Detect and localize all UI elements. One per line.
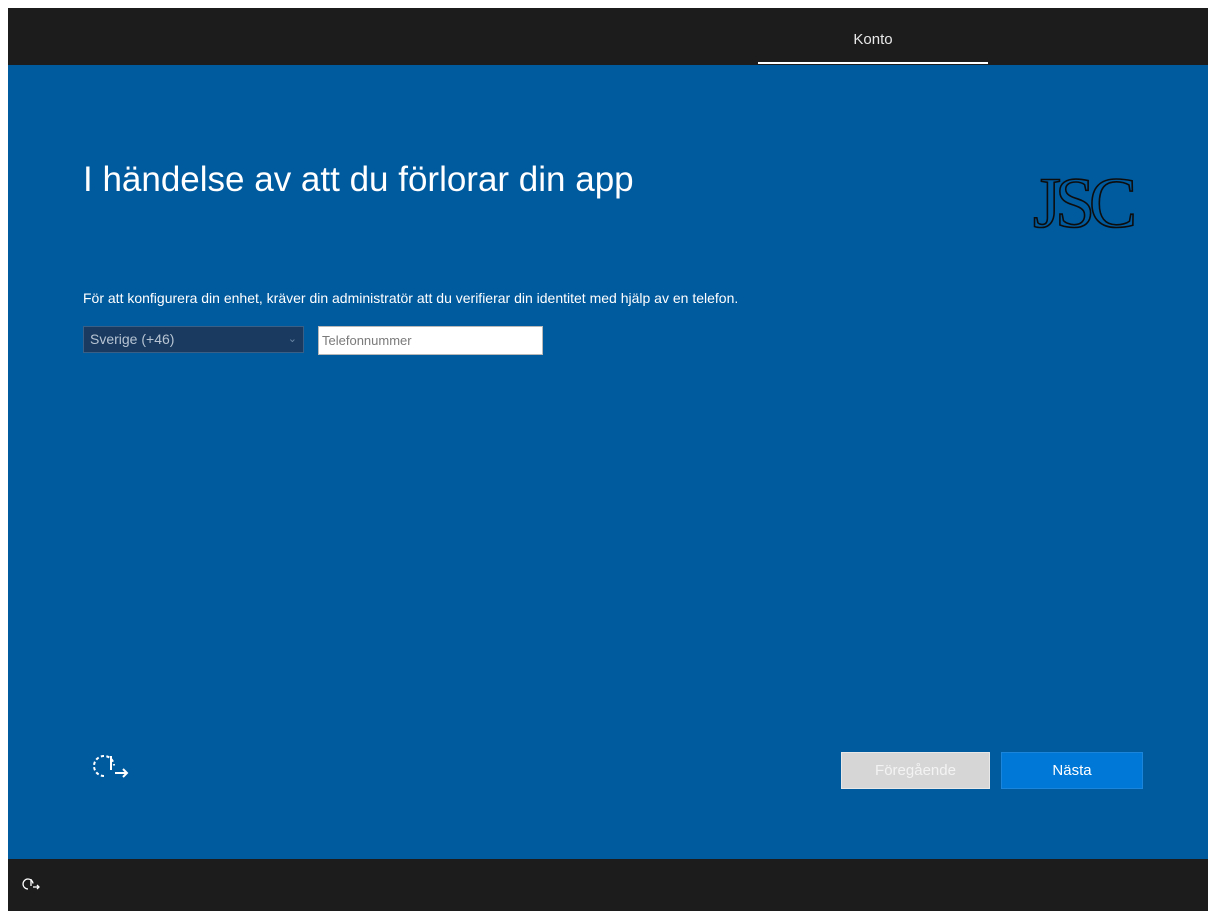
- bottom-bar: [8, 859, 1208, 911]
- top-bar: Konto: [8, 8, 1208, 64]
- country-code-value: Sverige (+46): [90, 331, 175, 347]
- oobe-window: Konto I händelse av att du förlorar din …: [8, 8, 1208, 911]
- phone-number-input[interactable]: [318, 326, 543, 355]
- country-code-select[interactable]: Sverige (+46) ⌄: [83, 326, 304, 353]
- tab-konto: Konto: [758, 8, 988, 64]
- main-panel: I händelse av att du förlorar din app JS…: [8, 65, 1208, 859]
- logo-text: JSC: [1033, 163, 1134, 243]
- description-text: För att konfigurera din enhet, kräver di…: [83, 290, 739, 306]
- company-logo: JSC: [1032, 162, 1136, 244]
- previous-button[interactable]: Föregående: [841, 752, 990, 789]
- chevron-down-icon: ⌄: [287, 333, 297, 345]
- ease-of-access-icon[interactable]: [91, 751, 131, 791]
- page-title: I händelse av att du förlorar din app: [83, 160, 634, 199]
- ease-of-access-icon[interactable]: [22, 877, 40, 895]
- next-button[interactable]: Nästa: [1001, 752, 1143, 789]
